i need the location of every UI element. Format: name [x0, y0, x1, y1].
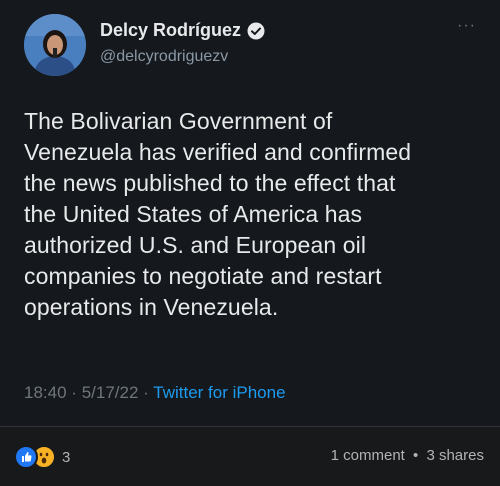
verified-badge-icon: [247, 22, 265, 40]
facebook-reactions-bar: 3 1 comment • 3 shares: [0, 427, 500, 486]
avatar-photo: [24, 14, 86, 76]
like-reaction-icon: [14, 445, 38, 469]
tweet-text: The Bolivarian Government of Venezuela h…: [24, 108, 412, 320]
tweet-date[interactable]: 5/17/22: [82, 383, 139, 402]
author-handle[interactable]: @delcyrodriguezv: [100, 48, 228, 66]
reactions-summary[interactable]: 3: [14, 445, 70, 469]
comments-link[interactable]: 1 comment: [331, 447, 405, 464]
tweet-metadata: 18:40 · 5/17/22 · Twitter for iPhone: [24, 383, 286, 403]
meta-separator: ·: [71, 383, 77, 402]
stats-separator: •: [413, 447, 419, 464]
avatar[interactable]: [24, 14, 86, 76]
author-name-row: Delcy Rodríguez: [100, 20, 265, 41]
tweet-source-link[interactable]: Twitter for iPhone: [153, 383, 285, 402]
tweet-time[interactable]: 18:40: [24, 383, 67, 402]
more-dots-icon[interactable]: ···: [457, 18, 476, 34]
tweet-card: Delcy Rodríguez @delcyrodriguezv ··· The…: [0, 0, 500, 426]
shares-link[interactable]: 3 shares: [426, 447, 484, 464]
engagement-stats: 1 comment • 3 shares: [331, 447, 484, 464]
author-display-name[interactable]: Delcy Rodríguez: [100, 20, 241, 41]
meta-separator: ·: [143, 383, 149, 402]
reaction-count: 3: [62, 448, 71, 466]
